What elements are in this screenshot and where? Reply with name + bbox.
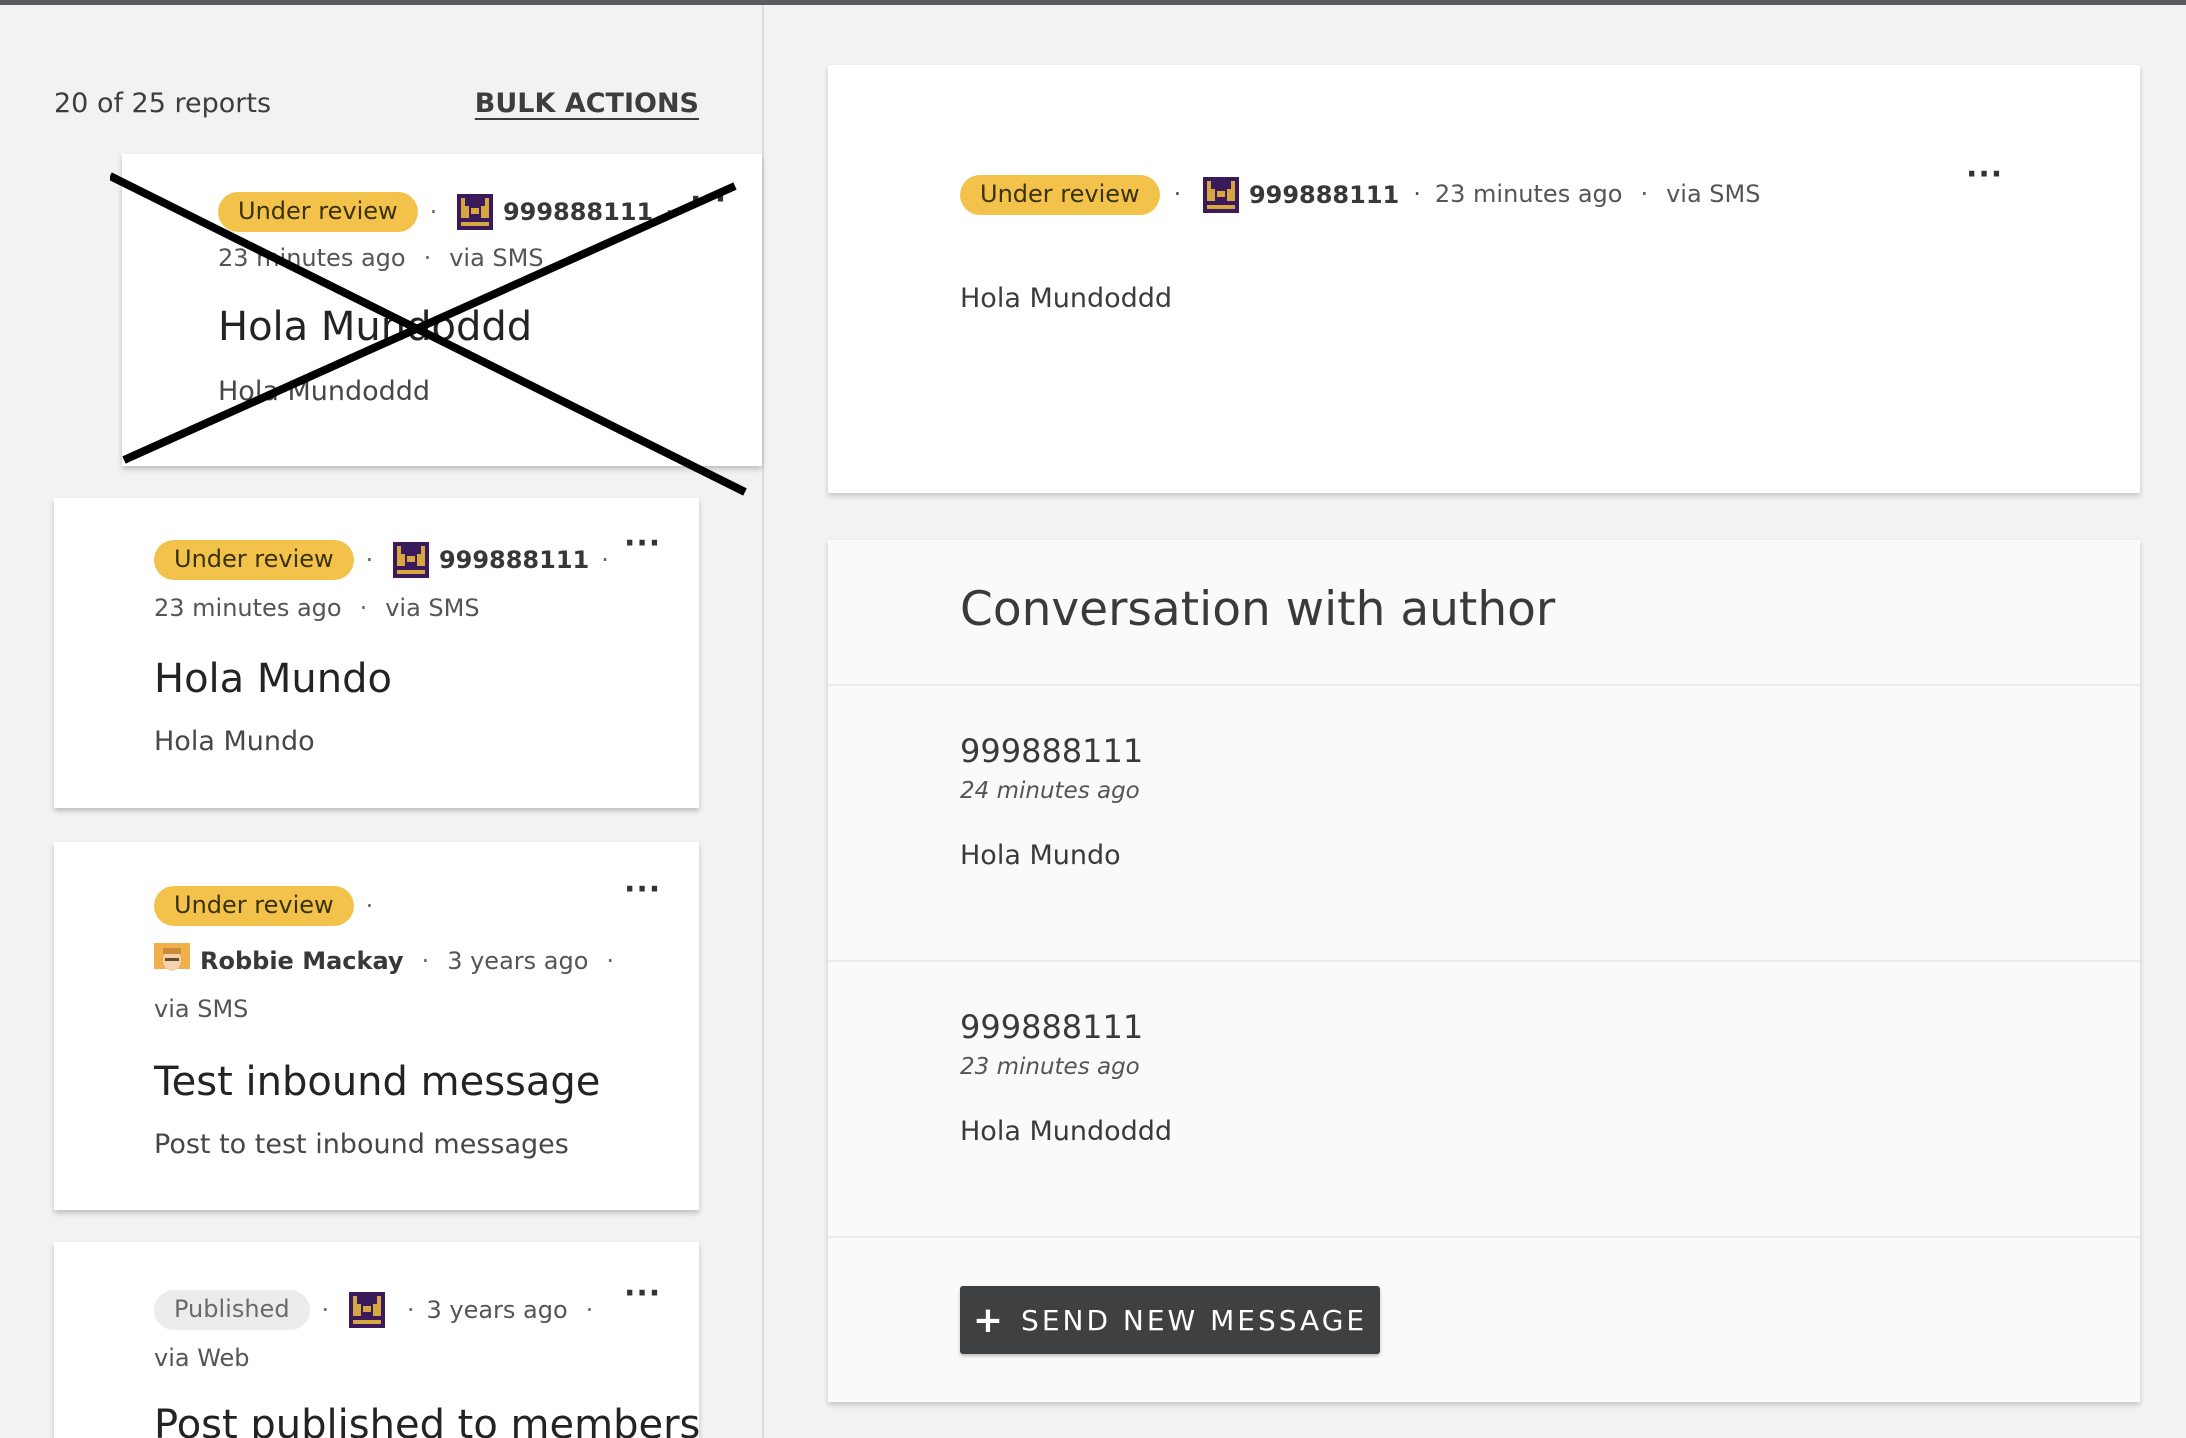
card-title: Post published to members [154,1402,699,1438]
user-photo-avatar [154,943,190,979]
divider [828,960,2140,962]
more-options-icon[interactable]: ··· [624,529,661,559]
timestamp: 3 years ago [447,947,589,975]
author-name: 999888111 [1248,181,1400,209]
more-options-icon[interactable]: ··· [690,185,727,215]
card-title: Test inbound message [154,1059,601,1105]
pixel-avatar-icon [1202,177,1239,213]
source-label: via SMS [449,244,544,272]
message-body: Hola Mundoddd [960,1116,1173,1147]
send-button-label: SEND NEW MESSAGE [1021,1303,1368,1337]
timestamp: 23 minutes ago [154,594,342,622]
report-card[interactable]: Under review · 999888111 · 23 minutes ago ·… [54,498,699,808]
card-meta: Published · · 3 years ago · [154,1282,659,1337]
card-meta-line2: via Web [154,1337,659,1378]
report-card[interactable]: Under review · Robbie Mackay · 3 years ago ·… [54,842,699,1210]
timestamp: 23 minutes ago [1434,180,1623,208]
report-card[interactable]: Published · · 3 years ago · via Web Post pu… [54,1242,699,1438]
card-body: Hola Mundoddd [218,376,431,407]
card-meta-line3: via SMS [154,988,659,1029]
author-name: 999888111 [438,546,590,574]
divider [828,684,2140,686]
source-label: via SMS [154,995,249,1023]
source-label: via SMS [385,594,480,622]
message-item: 999888111 24 minutes ago Hola Mundo [960,732,1143,871]
card-title: Hola Mundo [154,656,392,702]
report-card[interactable]: Under review · 999888111 · 23 minutes ago ·… [122,154,762,466]
source-label: via SMS [1666,180,1761,208]
list-header: 20 of 25 reports BULK ACTIONS [54,82,699,128]
timestamp: 3 years ago [426,1296,568,1324]
card-body: Hola Mundo [154,726,315,757]
message-body: Hola Mundo [960,840,1121,871]
card-title: Hola Mundoddd [218,304,533,350]
pixel-avatar-icon [392,542,429,578]
more-options-icon[interactable]: ··· [624,1279,661,1309]
author-name: 999888111 [502,198,654,226]
status-badge: Published [154,1290,310,1330]
status-badge: Under review [218,192,418,232]
divider [828,1236,2140,1238]
card-meta: Under review · 999888111 · [154,532,659,587]
card-meta: Under review · [154,878,659,933]
message-author: 999888111 [960,732,1144,770]
bulk-actions-link[interactable]: BULK ACTIONS [475,88,699,119]
card-body: Post to test inbound messages [154,1129,569,1160]
author-name: Robbie Mackay [200,947,404,975]
conversation-panel: Conversation with author 999888111 24 mi… [828,540,2140,1402]
more-options-icon[interactable]: ··· [624,875,661,905]
post-detail-card: Under review · 999888111 · 23 minutes ago · v… [828,65,2140,493]
pixel-avatar-icon [348,1292,385,1328]
card-meta-line2: 23 minutes ago · via SMS [154,594,480,622]
status-badge: Under review [960,175,1160,215]
status-badge: Under review [154,886,354,926]
status-badge: Under review [154,540,354,580]
message-item: 999888111 23 minutes ago Hola Mundoddd [960,1008,1172,1147]
card-meta-author: Robbie Mackay · 3 years ago · [154,933,659,988]
source-label: via Web [154,1344,250,1372]
send-new-message-button[interactable]: + SEND NEW MESSAGE [960,1286,1380,1354]
top-bar [0,0,2186,5]
post-body: Hola Mundoddd [960,283,1173,314]
timestamp: 23 minutes ago [218,244,406,272]
card-meta: Under review · 999888111 · [218,186,732,237]
pixel-avatar-icon [456,194,493,230]
card-meta-line2: 23 minutes ago · via SMS [218,244,544,272]
plus-icon: + [972,1299,1004,1341]
message-author: 999888111 [960,1008,1144,1046]
pane-divider [762,5,764,1438]
more-options-icon[interactable]: ··· [1966,160,2003,190]
message-time: 24 minutes ago [960,778,1140,804]
detail-meta: Under review · 999888111 · 23 minutes ago · v… [960,167,1760,222]
report-count: 20 of 25 reports [54,88,272,119]
message-time: 23 minutes ago [960,1054,1140,1080]
conversation-title: Conversation with author [960,582,1556,637]
